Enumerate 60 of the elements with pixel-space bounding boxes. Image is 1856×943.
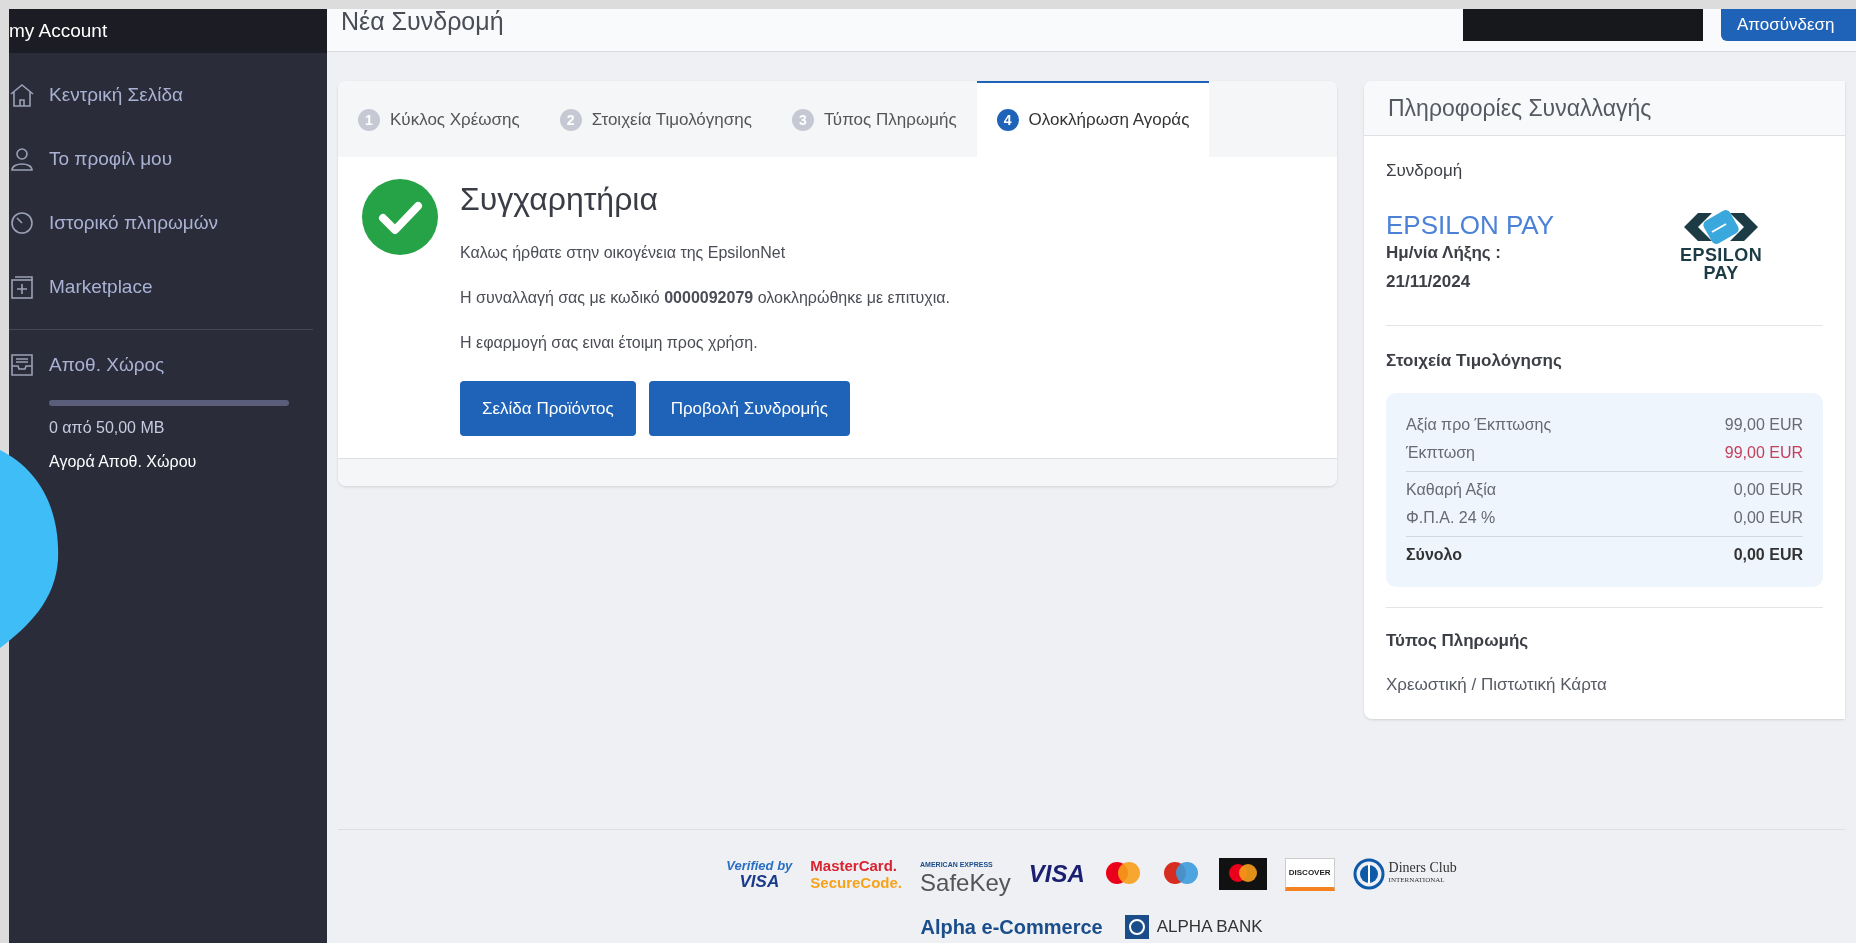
bank-logo-icon	[1124, 915, 1149, 939]
wizard-tab[interactable]: 4 Ολοκλήρωση Αγοράς	[976, 81, 1210, 157]
billing-value: 0,00 EUR	[1733, 545, 1803, 565]
billing-label: Έκπτωση	[1406, 443, 1475, 463]
logout-button[interactable]: Αποσύνδεση	[1721, 9, 1856, 41]
visa-logo: VISA	[1028, 859, 1085, 889]
sidebar-item[interactable]: Κεντρική Σελίδα	[9, 63, 327, 127]
step-number: 4	[996, 109, 1019, 131]
section-heading: Τύπος Πληρωμής	[1386, 630, 1530, 652]
plus-icon	[9, 274, 35, 300]
clock-icon	[9, 210, 35, 236]
wizard-tab[interactable]: 1 Κύκλος Χρέωσης	[338, 81, 540, 157]
tray-icon	[9, 352, 35, 378]
buy-storage-link[interactable]: Αγορά Αποθ. Χώρου	[49, 450, 197, 474]
message-text: Η εφαρμογή σας ειναι έτοιμη προς χρήση.	[460, 333, 759, 353]
sidebar-item[interactable]: Marketplace	[9, 255, 327, 319]
person-icon	[9, 146, 35, 172]
success-check-icon	[362, 179, 438, 255]
sidebar-item[interactable]: Το προφίλ μου	[9, 127, 327, 191]
billing-label: Φ.Π.Α. 24 %	[1406, 508, 1496, 528]
payment-method: Χρεωστική / Πιστωτική Κάρτα	[1386, 673, 1608, 696]
card-title: Πληροφορίες Συναλλαγής	[1388, 93, 1652, 123]
message-text: Η συναλλαγή σας με κωδικό 0000092079 ολοκληρώθηκε με επιτυχια.	[460, 288, 950, 308]
expiry-label: Ημ/νία Λήξης :	[1386, 241, 1503, 264]
billing-value: 0,00 EUR	[1733, 508, 1803, 528]
billing-value: 0,00 EUR	[1733, 480, 1803, 500]
logo-text: PAY	[1703, 263, 1739, 282]
app-title: my Account	[9, 18, 108, 43]
bank-name: ALPHA BANK	[1156, 916, 1263, 939]
card-logo-icon	[1682, 207, 1761, 246]
step-number: 3	[791, 109, 814, 131]
billing-value: 99,00 EUR	[1724, 415, 1803, 435]
billing-label: Αξία προ Έκπτωσης	[1406, 415, 1552, 435]
securecode-logo: MasterCard. SecureCode.	[810, 857, 903, 891]
house-icon	[9, 82, 35, 108]
sidebar-item[interactable]: Ιστορικό πληρωμών	[9, 191, 327, 255]
wizard-tab[interactable]: 3 Τύπος Πληρωμής	[771, 81, 977, 157]
payment-program: Alpha e-Commerce	[920, 915, 1103, 940]
billing-label: Καθαρή Αξία	[1406, 480, 1497, 500]
billing-label: Σύνολο	[1406, 545, 1463, 565]
discover-logo: DISCOVER	[1284, 857, 1335, 891]
action-button[interactable]: Σελίδα Προϊόντος	[460, 381, 636, 436]
section-heading: Στοιχεία Τιμολόγησης	[1386, 349, 1563, 372]
logo-text: EPSILON	[1680, 245, 1763, 264]
circle-emblem-icon	[1352, 858, 1385, 890]
expiry-date: 21/11/2024	[1386, 271, 1472, 293]
storage-label: Αποθ. Χώρος	[49, 352, 165, 377]
wizard-tab[interactable]: 2 Στοιχεία Τιμολόγησης	[539, 81, 772, 157]
step-number: 2	[559, 109, 582, 131]
verified-visa-logo: Verified by VISA	[726, 858, 793, 890]
message-text: Καλως ήρθατε στην οικογένεια της EpsilonNet	[460, 243, 787, 263]
section-heading: Συνδρομή	[1386, 160, 1464, 182]
billing-value: 99,00 EUR	[1724, 443, 1803, 463]
page-title: Νέα Συνδρομή	[341, 9, 504, 33]
interlocking-circles-icon	[1218, 858, 1267, 890]
step-number: 1	[358, 109, 380, 131]
storage-usage: 0 από 50,00 MB	[49, 418, 166, 438]
success-heading: Συγχαρητήρια	[460, 180, 659, 219]
action-button[interactable]: Προβολή Συνδρομής	[648, 381, 850, 436]
product-name: EPSILON PAY	[1386, 209, 1556, 240]
